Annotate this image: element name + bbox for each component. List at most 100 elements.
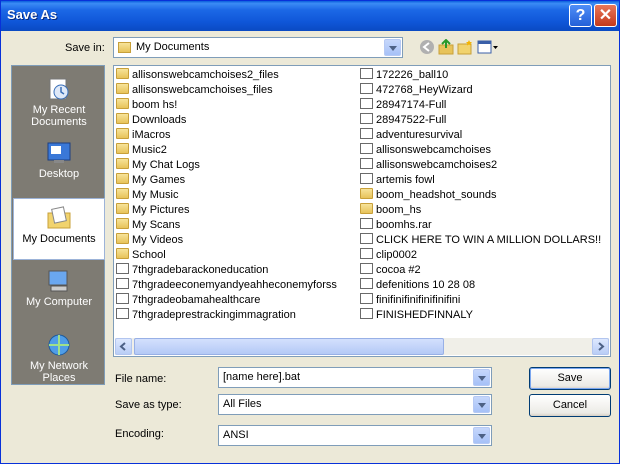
- places-bar: My Recent Documents Desktop My Documents…: [11, 65, 105, 385]
- item-name: allisonswebcamchoises2: [376, 159, 498, 171]
- file-name-input[interactable]: [name here].bat: [218, 367, 492, 388]
- folder-item[interactable]: My Chat Logs: [116, 158, 200, 173]
- item-name: finifinifinifinifinifini: [376, 294, 461, 306]
- back-icon[interactable]: [419, 39, 435, 55]
- item-name: clip0002: [376, 249, 417, 261]
- file-item[interactable]: defenitions 10 28 08: [360, 278, 475, 293]
- item-name: My Games: [132, 174, 186, 186]
- file-item[interactable]: 28947174-Full: [360, 98, 446, 113]
- file-item[interactable]: cocoa #2: [360, 263, 421, 278]
- place-desktop[interactable]: Desktop: [13, 134, 105, 196]
- file-item[interactable]: boomhs.rar: [360, 218, 432, 233]
- help-button[interactable]: ?: [569, 4, 592, 27]
- file-icon: [360, 128, 373, 139]
- file-item[interactable]: finifinifinifinifinifini: [360, 293, 460, 308]
- file-item[interactable]: allisonswebcamchoises: [360, 143, 491, 158]
- folder-item[interactable]: boom hs!: [116, 98, 177, 113]
- item-name: allisonswebcamchoises_files: [132, 84, 273, 96]
- chevron-down-icon[interactable]: [473, 369, 490, 386]
- folder-item[interactable]: boom_hs: [360, 203, 421, 218]
- item-name: allisonswebcamchoises2_files: [132, 69, 279, 81]
- encoding-dropdown[interactable]: ANSI: [218, 425, 492, 446]
- new-folder-icon[interactable]: [457, 39, 473, 55]
- folder-item[interactable]: boom_headshot_sounds: [360, 188, 496, 203]
- file-item[interactable]: 28947522-Full: [360, 113, 446, 128]
- folder-item[interactable]: My Pictures: [116, 203, 189, 218]
- title-bar[interactable]: Save As ? ✕: [1, 1, 619, 31]
- place-label: My Documents: [22, 233, 96, 245]
- file-icon: [360, 278, 373, 289]
- file-icon: [360, 293, 373, 304]
- chevron-down-icon[interactable]: [473, 396, 490, 413]
- file-item[interactable]: FINISHEDFINNALY: [360, 308, 473, 323]
- file-item[interactable]: 172226_ball10: [360, 68, 448, 83]
- cancel-button[interactable]: Cancel: [529, 394, 611, 417]
- folder-item[interactable]: allisonswebcamchoises2_files: [116, 68, 279, 83]
- file-item[interactable]: adventuresurvival: [360, 128, 462, 143]
- item-name: 7thgradeobamahealthcare: [132, 294, 261, 306]
- horizontal-scrollbar[interactable]: [115, 338, 609, 355]
- item-name: CLICK HERE TO WIN A MILLION DOLLARS!!: [376, 234, 602, 246]
- file-icon: [360, 113, 373, 124]
- item-name: 7thgradebarackoneducation: [132, 264, 269, 276]
- file-item[interactable]: CLICK HERE TO WIN A MILLION DOLLARS!!: [360, 233, 601, 248]
- file-item[interactable]: 7thgradeobamahealthcare: [116, 293, 260, 308]
- chevron-down-icon[interactable]: [473, 427, 490, 444]
- chevron-down-icon[interactable]: [384, 39, 401, 56]
- scrollbar-thumb[interactable]: [134, 338, 444, 355]
- item-name: adventuresurvival: [376, 129, 463, 141]
- folder-item[interactable]: My Music: [116, 188, 178, 203]
- encoding-label: Encoding:: [115, 428, 164, 440]
- save-as-type-dropdown[interactable]: All Files: [218, 394, 492, 415]
- folder-item[interactable]: Downloads: [116, 113, 186, 128]
- file-item[interactable]: 7thgradeprestrackingimmagration: [116, 308, 296, 323]
- place-my-documents[interactable]: My Documents: [13, 198, 105, 260]
- item-name: boom_hs: [376, 204, 422, 216]
- file-item[interactable]: 7thgradebarackoneducation: [116, 263, 268, 278]
- file-icon: [360, 83, 373, 94]
- file-icon: [360, 173, 373, 184]
- file-icon: [116, 263, 129, 274]
- file-list[interactable]: allisonswebcamchoises2_files allisonswebc…: [113, 65, 611, 357]
- scroll-right-button[interactable]: [592, 338, 609, 355]
- file-icon: [360, 233, 373, 244]
- place-label: Desktop: [38, 168, 80, 180]
- file-item[interactable]: 7thgradeeconemyandyeahheconemyforss: [116, 278, 337, 293]
- folder-icon: [116, 248, 129, 259]
- encoding-value: ANSI: [223, 429, 249, 441]
- folder-item[interactable]: School: [116, 248, 166, 263]
- folder-item[interactable]: My Videos: [116, 233, 183, 248]
- file-icon: [116, 293, 129, 304]
- place-recent-documents[interactable]: My Recent Documents: [13, 70, 105, 132]
- folder-item[interactable]: My Scans: [116, 218, 180, 233]
- save-in-dropdown[interactable]: My Documents: [113, 37, 403, 58]
- item-name: allisonswebcamchoises: [376, 144, 491, 156]
- file-icon: [360, 218, 373, 229]
- place-my-computer[interactable]: My Computer: [13, 262, 105, 324]
- save-button[interactable]: Save: [529, 367, 611, 390]
- file-item[interactable]: artemis fowl: [360, 173, 435, 188]
- place-network-places[interactable]: My Network Places: [13, 326, 105, 384]
- file-item[interactable]: allisonswebcamchoises2: [360, 158, 497, 173]
- folder-item[interactable]: Music2: [116, 143, 167, 158]
- item-name: boom_headshot_sounds: [376, 189, 497, 201]
- close-button[interactable]: ✕: [594, 4, 617, 27]
- folder-item[interactable]: allisonswebcamchoises_files: [116, 83, 273, 98]
- save-as-type-label: Save as type:: [115, 399, 182, 411]
- file-item[interactable]: 472768_HeyWizard: [360, 83, 473, 98]
- save-in-label: Save in:: [65, 42, 105, 54]
- item-name: boomhs.rar: [376, 219, 432, 231]
- file-item[interactable]: clip0002: [360, 248, 417, 263]
- recent-documents-icon: [49, 78, 69, 100]
- file-icon: [360, 248, 373, 259]
- up-folder-icon[interactable]: [438, 38, 454, 55]
- network-places-icon: [48, 334, 70, 356]
- scroll-left-button[interactable]: [115, 338, 132, 355]
- folder-icon: [118, 42, 131, 53]
- views-menu-icon[interactable]: [477, 39, 499, 55]
- my-computer-icon: [48, 270, 68, 292]
- item-name: School: [132, 249, 166, 261]
- item-name: cocoa #2: [376, 264, 421, 276]
- folder-item[interactable]: iMacros: [116, 128, 171, 143]
- folder-item[interactable]: My Games: [116, 173, 185, 188]
